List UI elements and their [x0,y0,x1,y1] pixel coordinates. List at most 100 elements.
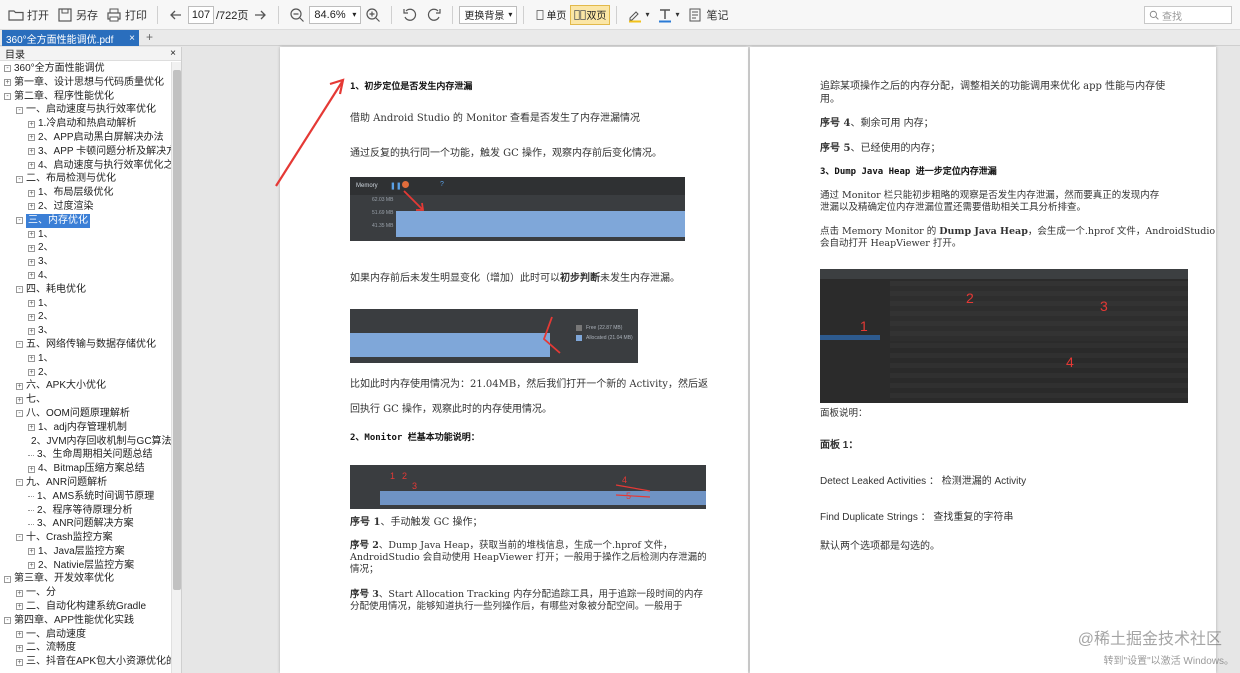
toc-item[interactable]: +2、Nativie层监控方案 [0,559,171,573]
toc-item[interactable]: +3、 [0,255,171,269]
toc-item[interactable]: + 一、启动速度 [0,628,171,642]
toc-item[interactable]: + 二、自动化构建系统Gradle [0,600,171,614]
toc-item[interactable]: +1、 [0,297,171,311]
toc-item[interactable]: - 三、内存优化 [0,213,171,228]
expand-icon[interactable]: + [28,355,35,363]
toc-item[interactable]: + 二、流畅度 [0,641,171,655]
expand-icon[interactable]: + [16,589,23,597]
collapse-icon[interactable]: - [16,217,23,225]
scrollbar-thumb[interactable] [173,70,181,590]
toc-item[interactable]: 2、JVM内存回收机制与GC算法解 [0,435,171,449]
toc-item[interactable]: - 八、OOM问题原理解析 [0,407,171,421]
expand-icon[interactable]: + [28,368,35,376]
save-as-button[interactable]: 另存 [53,4,102,26]
expand-icon[interactable]: + [16,396,23,404]
expand-icon[interactable]: + [16,658,23,666]
collapse-icon[interactable]: - [16,341,23,349]
expand-icon[interactable]: + [28,327,35,335]
collapse-icon[interactable]: - [16,106,23,114]
zoom-out-button[interactable] [285,4,309,26]
expand-icon[interactable]: + [28,465,35,473]
zoom-in-button[interactable] [361,4,385,26]
expand-icon[interactable]: + [16,603,23,611]
toc-item[interactable]: +1、Java层监控方案 [0,545,171,559]
expand-icon[interactable]: + [28,424,35,432]
open-button[interactable]: 打开 [4,4,53,26]
collapse-icon[interactable]: - [16,479,23,487]
toc-item[interactable]: +2、APP启动黑白屏解决办法 [0,131,171,145]
toc-item[interactable]: -360°全方面性能调优 [0,62,171,76]
toc-item[interactable]: +1、adj内存管理机制 [0,421,171,435]
toc-item[interactable]: +2、 [0,366,171,380]
toc-item[interactable]: +1、 [0,352,171,366]
print-button[interactable]: 打印 [102,4,151,26]
page-number-input[interactable]: 107 [188,5,214,24]
expand-icon[interactable]: + [28,299,35,307]
toc-item[interactable]: - 五、网络传输与数据存储优化 [0,338,171,352]
rotate-right-button[interactable] [422,4,446,26]
expand-icon[interactable]: + [28,272,35,280]
expand-icon[interactable]: + [16,644,23,652]
toc-item[interactable]: +2、 [0,310,171,324]
close-icon[interactable]: × [129,33,135,44]
toc-item[interactable]: - 第三章、开发效率优化 [0,572,171,586]
toc-item[interactable]: - 十、Crash监控方案 [0,531,171,545]
toc-item[interactable]: 3、生命周期相关问题总结 [0,448,171,462]
single-page-button[interactable]: 单页 [530,5,570,25]
toc-item[interactable]: - 二、布局检测与优化 [0,172,171,186]
toc-item[interactable]: +3、APP 卡顿问题分析及解决方案 [0,145,171,159]
toc-item[interactable]: - 一、启动速度与执行效率优化 [0,103,171,117]
document-tab[interactable]: 360°全方面性能调优.pdf × [2,30,139,46]
toc-item[interactable]: - 九、ANR问题解析 [0,476,171,490]
expand-icon[interactable]: + [28,203,35,211]
toc-item[interactable]: + 一、分 [0,586,171,600]
prev-page-button[interactable] [164,4,188,26]
toc-item[interactable]: +4、Bitmap压缩方案总结 [0,462,171,476]
close-icon[interactable]: × [170,48,176,59]
expand-icon[interactable]: + [28,258,35,266]
expand-icon[interactable]: + [28,148,35,156]
toc-item[interactable]: +4、 [0,269,171,283]
expand-icon[interactable]: + [28,189,35,197]
toc-item[interactable]: +2、过度渲染 [0,200,171,214]
next-page-button[interactable] [248,4,272,26]
toc-item[interactable]: 2、程序等待原理分析 [0,504,171,518]
collapse-icon[interactable]: - [16,410,23,418]
background-select[interactable]: 更换背景 ▾ [459,5,518,24]
expand-icon[interactable]: + [28,230,35,238]
toc-item[interactable]: +1、布局层级优化 [0,186,171,200]
collapse-icon[interactable]: - [16,534,23,542]
expand-icon[interactable]: + [28,244,35,252]
expand-icon[interactable]: + [28,161,35,169]
expand-icon[interactable]: + [28,548,35,556]
zoom-select[interactable]: 84.6% ▾ [309,5,362,24]
expand-icon[interactable]: + [28,134,35,142]
expand-icon[interactable]: + [28,313,35,321]
toc-item[interactable]: 3、ANR问题解决方案 [0,517,171,531]
toc-item[interactable]: - 第二章、程序性能优化 [0,90,171,104]
collapse-icon[interactable]: - [4,575,11,583]
toc-item[interactable]: +3、 [0,324,171,338]
expand-icon[interactable]: + [28,120,35,128]
collapse-icon[interactable]: - [16,286,23,294]
collapse-icon[interactable]: - [4,92,11,100]
toc-item[interactable]: +1.冷启动和热启动解析 [0,117,171,131]
text-color-button[interactable]: ▾ [653,4,683,26]
toc-item[interactable]: - 四、耗电优化 [0,283,171,297]
toc-item[interactable]: - 第四章、APP性能优化实践 [0,614,171,628]
expand-icon[interactable]: + [16,382,23,390]
double-page-button[interactable]: 双页 [570,4,611,25]
toc-item[interactable]: + 第一章、设计思想与代码质量优化 [0,76,171,90]
new-tab-button[interactable]: + [146,30,153,46]
collapse-icon[interactable]: - [4,65,11,73]
toc-item[interactable]: +1、 [0,228,171,242]
toc-scrollbar[interactable] [171,62,181,673]
search-input[interactable]: 查找 [1144,6,1232,24]
expand-icon[interactable]: + [4,79,11,87]
highlight-button[interactable]: ▾ [623,4,653,26]
note-button[interactable]: 笔记 [683,4,732,26]
collapse-icon[interactable]: - [16,175,23,183]
rotate-left-button[interactable] [398,4,422,26]
expand-icon[interactable]: + [16,631,23,639]
toc-item[interactable]: +三、抖音在APK包大小资源优化的实践 [0,655,171,669]
